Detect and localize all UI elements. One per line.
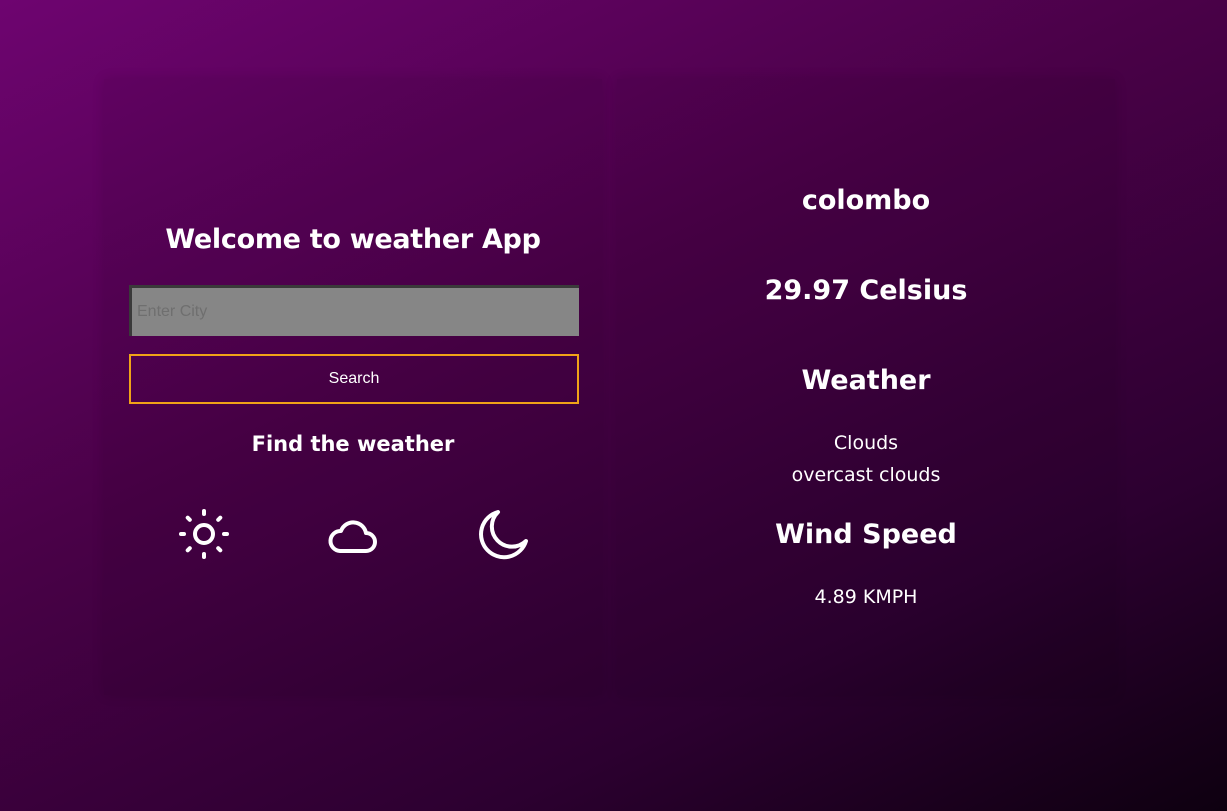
- sun-icon: [177, 507, 231, 561]
- temperature-value: 29.97 Celsius: [764, 275, 968, 306]
- cloud-icon: [327, 507, 381, 561]
- city-search-input[interactable]: [129, 285, 579, 336]
- weather-description: overcast clouds: [791, 464, 941, 486]
- search-panel: Welcome to weather App Search Find the w…: [104, 79, 602, 695]
- weather-main: Clouds: [833, 432, 899, 454]
- city-name: colombo: [801, 185, 931, 216]
- wind-speed-value: 4.89 KMPH: [814, 586, 918, 608]
- welcome-title: Welcome to weather App: [165, 224, 541, 255]
- weather-result-panel: colombo 29.97 Celsius Weather Clouds ove…: [617, 79, 1115, 695]
- weather-heading: Weather: [801, 365, 931, 396]
- find-weather-title: Find the weather: [251, 432, 455, 456]
- wind-speed-heading: Wind Speed: [775, 519, 957, 550]
- moon-icon: [476, 507, 530, 561]
- search-button[interactable]: Search: [129, 354, 579, 404]
